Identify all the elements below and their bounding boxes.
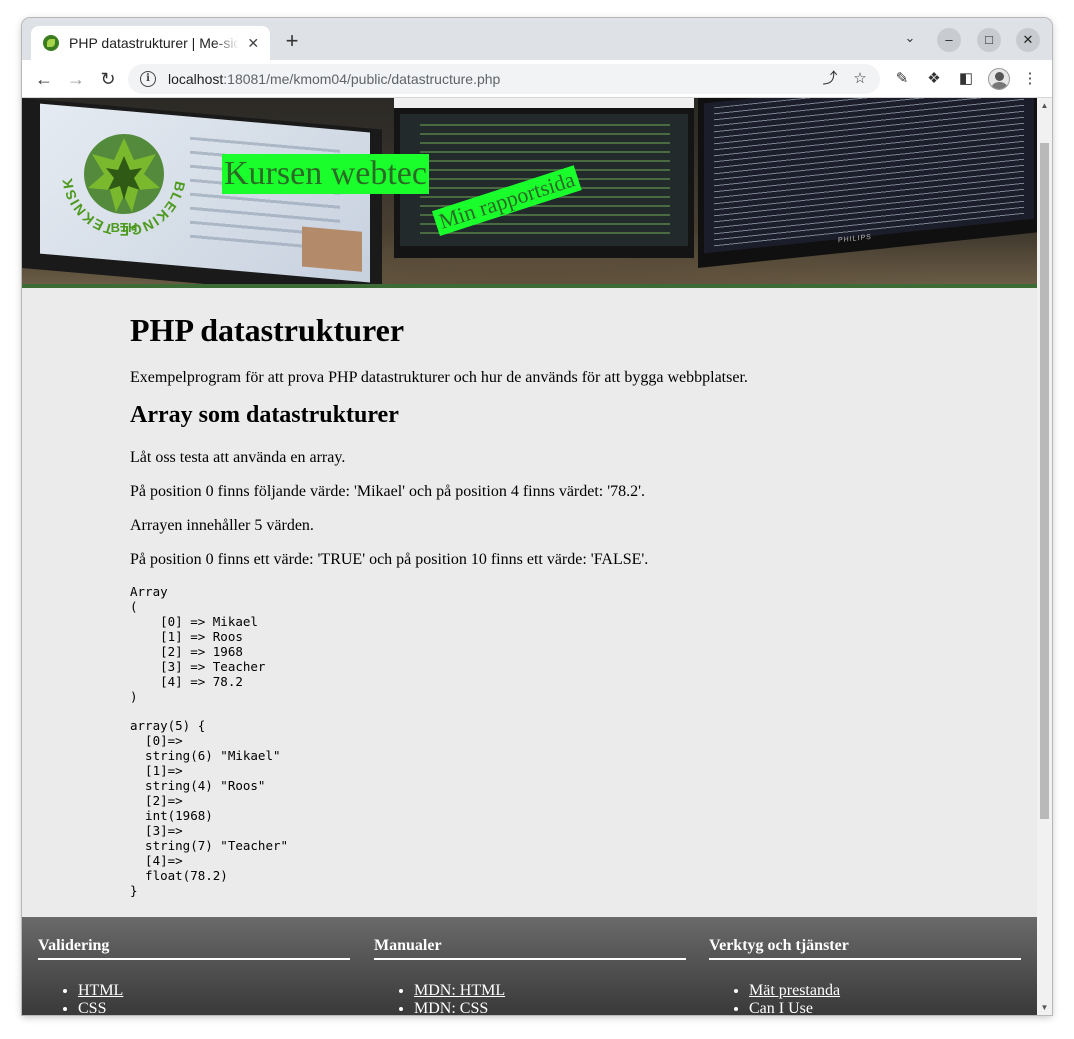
monitor-image: PHILIPS — [698, 98, 1037, 269]
paragraph: På position 0 finns ett värde: 'TRUE' oc… — [130, 551, 649, 568]
site-title[interactable]: Kursen webtec — [222, 154, 429, 194]
footer-column-validation: Validering HTML CSS — [38, 917, 350, 1015]
logo-abbrev: BTH — [111, 220, 138, 235]
paragraph: Låt oss testa att använda en array. — [130, 449, 346, 466]
new-tab-button[interactable]: + — [280, 30, 304, 54]
browser-toolbar: ← → ↻ i localhost:18081/me/kmom04/public… — [22, 60, 1052, 98]
close-window-button[interactable]: ✕ — [1016, 28, 1040, 52]
tab-search-chevron-icon[interactable]: ⌄ — [900, 30, 920, 50]
eyedropper-icon[interactable]: ✎ — [892, 69, 912, 89]
footer-list-item: Mät prestanda — [749, 982, 1021, 1000]
footer-list-item: Can I Use — [749, 1000, 1021, 1015]
browser-tab[interactable]: PHP datastrukturer | Me-sida ✕ — [31, 26, 270, 60]
footer-list-item: CSS — [78, 1000, 350, 1015]
footer-column-manuals: Manualer MDN: HTML MDN: CSS — [374, 917, 686, 1015]
footer-list-item: MDN: CSS — [414, 1000, 686, 1015]
profile-avatar[interactable] — [988, 68, 1010, 90]
footer-list-item: HTML — [78, 982, 350, 1000]
scroll-down-arrow-icon[interactable]: ▼ — [1037, 1000, 1052, 1015]
url-path: :18081/me/kmom04/public/datastructure.ph… — [223, 71, 501, 87]
tab-strip: PHP datastrukturer | Me-sida ✕ + ⌄ – □ ✕ — [22, 18, 1052, 60]
paragraph: Arrayen innehåller 5 värden. — [130, 517, 314, 534]
bth-logo[interactable]: BLEKINGE TEKNISKA HÖGSKOLA BTH — [58, 108, 190, 240]
forward-arrow-icon[interactable]: → — [64, 67, 88, 91]
main-article: PHP datastrukturer Exempelprogram för at… — [130, 296, 930, 898]
intro-paragraph: Exempelprogram för att prova PHP datastr… — [130, 369, 748, 386]
footer-list-item: MDN: HTML — [414, 982, 686, 1000]
footer-heading: Verktyg och tjänster — [709, 936, 1021, 960]
section-title: Array som datastrukturer — [130, 402, 399, 428]
url-host: localhost — [168, 71, 224, 87]
footer-link-performance[interactable]: Mät prestanda — [749, 982, 840, 999]
maximize-button[interactable]: □ — [977, 28, 1001, 52]
footer-heading: Validering — [38, 936, 350, 960]
footer-link-mdn-html[interactable]: MDN: HTML — [414, 982, 505, 999]
favicon-icon — [43, 35, 59, 51]
reload-icon[interactable]: ↻ — [96, 67, 120, 91]
footer-link-html[interactable]: HTML — [78, 982, 123, 999]
print-r-output: Array ( [0] => Mikael [1] => Roos [2] =>… — [130, 584, 266, 704]
side-panel-icon[interactable]: ◧ — [956, 69, 976, 89]
bookmark-star-icon[interactable]: ☆ — [850, 69, 870, 89]
footer-link-mdn-css[interactable]: MDN: CSS — [414, 1000, 488, 1015]
back-arrow-icon[interactable]: ← — [32, 67, 56, 91]
footer-column-tools: Verktyg och tjänster Mät prestanda Can I… — [709, 917, 1021, 1015]
tab-close-icon[interactable]: ✕ — [245, 35, 262, 52]
tab-title: PHP datastrukturer | Me-sida — [69, 35, 239, 51]
scrollbar-thumb[interactable] — [1040, 143, 1049, 819]
footer-link-caniuse[interactable]: Can I Use — [749, 1000, 813, 1015]
var-dump-output: array(5) { [0]=> string(6) "Mikael" [1]=… — [130, 718, 289, 898]
page-title: PHP datastrukturer — [130, 312, 405, 348]
share-icon[interactable]: ⤴ — [820, 69, 840, 89]
page-viewport: PHILIPS BLEKINGE TEKNISKA HÖGSKOLA BTH K… — [22, 98, 1052, 1015]
footer-heading: Manualer — [374, 936, 686, 960]
browser-window: PHP datastrukturer | Me-sida ✕ + ⌄ – □ ✕… — [22, 18, 1052, 1015]
vertical-scrollbar[interactable]: ▲ ▼ — [1037, 98, 1052, 1015]
menu-kebab-icon[interactable]: ⋮ — [1020, 69, 1040, 89]
paragraph: På position 0 finns följande värde: 'Mik… — [130, 483, 645, 500]
site-info-icon[interactable]: i — [140, 71, 156, 87]
scroll-up-arrow-icon[interactable]: ▲ — [1037, 98, 1052, 113]
site-footer: Validering HTML CSS Manualer MDN: HTML M… — [22, 917, 1037, 1015]
url-text[interactable]: localhost:18081/me/kmom04/public/datastr… — [168, 71, 500, 87]
address-bar[interactable]: i localhost:18081/me/kmom04/public/datas… — [128, 64, 880, 94]
site-header: PHILIPS BLEKINGE TEKNISKA HÖGSKOLA BTH K… — [22, 98, 1037, 288]
minimize-button[interactable]: – — [937, 28, 961, 52]
extensions-puzzle-icon[interactable]: ❖ — [924, 69, 944, 89]
footer-link-css[interactable]: CSS — [78, 1000, 106, 1015]
